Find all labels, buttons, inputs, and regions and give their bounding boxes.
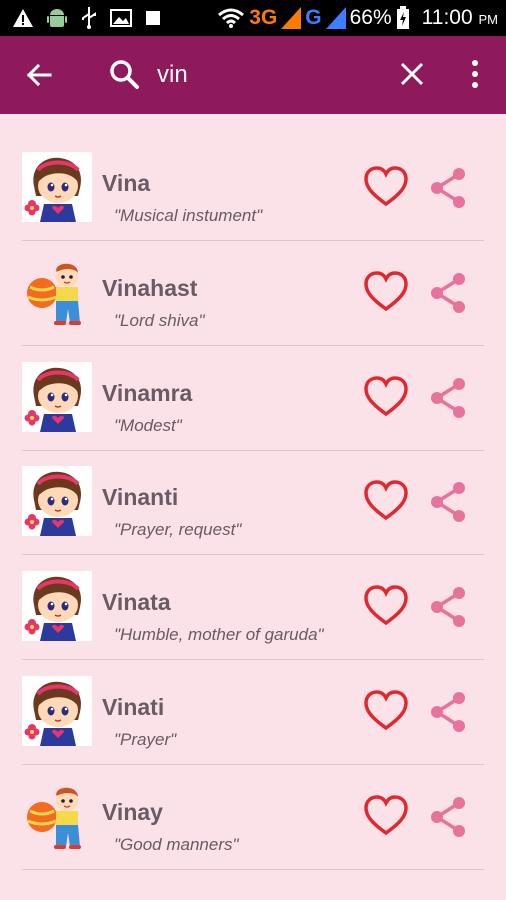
- list-item-vinay[interactable]: Vinay "Good manners": [0, 743, 506, 870]
- warning-icon: [13, 9, 33, 27]
- usb-icon: [82, 7, 96, 29]
- close-icon[interactable]: [398, 60, 426, 88]
- avatar: [22, 466, 92, 537]
- back-arrow-icon[interactable]: [24, 60, 54, 90]
- search-toolbar: [0, 36, 506, 114]
- list-item-vinahast[interactable]: Vinahast "Lord shiva": [0, 219, 506, 346]
- notification-icons: [12, 6, 162, 30]
- image-icon: [110, 9, 132, 27]
- list-item-vinati[interactable]: Vinati "Prayer": [0, 638, 506, 765]
- boy-avatar-icon: [27, 263, 81, 325]
- network-g-label: G: [305, 6, 322, 29]
- clock-time: 11:00: [421, 6, 473, 29]
- network-3g-label: 3G: [249, 6, 278, 29]
- girl-avatar-icon: [22, 466, 92, 537]
- avatar: [22, 676, 92, 746]
- baby-name: Vina: [102, 170, 151, 196]
- name-meaning: "Good manners": [114, 834, 239, 854]
- wifi-icon: [218, 8, 245, 28]
- clock: 11:00 PM: [422, 6, 498, 30]
- list-item-vinanti[interactable]: Vinanti "Prayer, request": [0, 428, 506, 556]
- baby-name: Vinata: [102, 589, 171, 616]
- baby-name: Vinamra: [102, 379, 193, 406]
- share-icon[interactable]: [428, 376, 468, 420]
- baby-name: Vinahast: [102, 274, 198, 301]
- share-icon[interactable]: [428, 480, 468, 524]
- search-input[interactable]: [157, 56, 377, 94]
- more-vert-icon[interactable]: [468, 58, 482, 90]
- girl-avatar-icon: [22, 571, 92, 642]
- girl-avatar-icon: [22, 361, 92, 432]
- list-item-vinata[interactable]: Vinata "Humble, mother of garuda": [0, 533, 506, 661]
- share-icon[interactable]: [428, 585, 468, 629]
- heart-icon[interactable]: [364, 166, 408, 208]
- share-icon[interactable]: [428, 166, 468, 210]
- avatar: [22, 257, 92, 327]
- girl-avatar-icon: [22, 676, 92, 746]
- heart-icon[interactable]: [364, 585, 408, 627]
- search-icon: [110, 60, 139, 89]
- baby-name: Vinanti: [102, 484, 179, 511]
- heart-icon[interactable]: [364, 690, 408, 732]
- heart-icon[interactable]: [364, 375, 408, 418]
- baby-name: Vinati: [102, 694, 165, 720]
- battery-percent: 66%: [349, 6, 392, 29]
- list-item-vina[interactable]: Vina "Musical instument": [0, 114, 506, 241]
- avatar: [22, 781, 92, 851]
- baby-name: Vinay: [102, 798, 163, 825]
- heart-icon[interactable]: [364, 480, 408, 522]
- share-icon[interactable]: [428, 271, 468, 315]
- divider: [22, 868, 484, 870]
- stop-icon: [146, 11, 160, 25]
- avatar: [22, 571, 92, 642]
- girl-avatar-icon: [22, 152, 92, 222]
- android-icon: [47, 9, 67, 27]
- signal-icon: [281, 7, 302, 29]
- battery-icon: [396, 6, 409, 29]
- heart-icon[interactable]: [364, 795, 408, 837]
- boy-avatar-icon: [27, 787, 81, 849]
- heart-icon[interactable]: [364, 271, 408, 313]
- clock-ampm: PM: [478, 12, 499, 27]
- list-item-vinamra[interactable]: Vinamra "Modest": [0, 324, 506, 451]
- status-bar: 3G G 66% 11:00 PM: [0, 0, 506, 36]
- system-icons: 3G G 66% 11:00 PM: [217, 2, 498, 34]
- signal-icon-2: [325, 7, 346, 29]
- avatar: [22, 361, 92, 432]
- share-icon[interactable]: [428, 690, 468, 734]
- share-icon[interactable]: [428, 795, 468, 839]
- avatar: [22, 152, 92, 222]
